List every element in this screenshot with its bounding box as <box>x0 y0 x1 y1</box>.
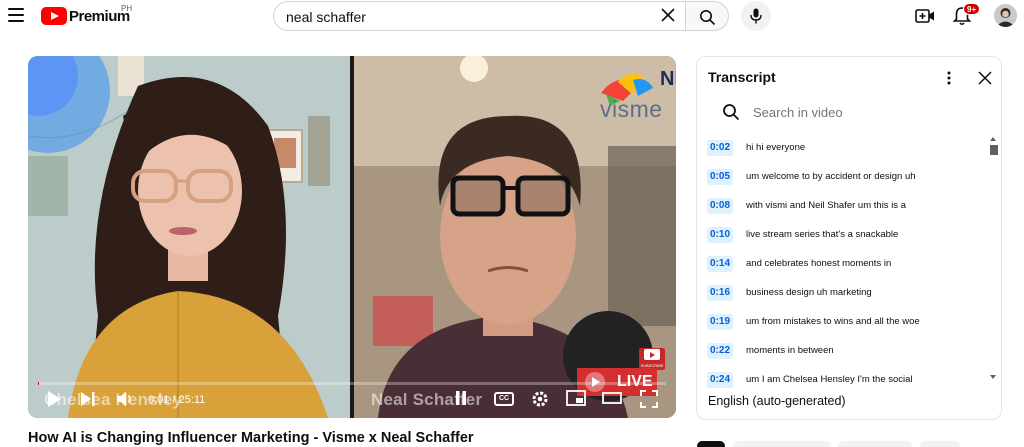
create-video-icon[interactable] <box>915 7 935 25</box>
segment-timestamp[interactable]: 0:10 <box>707 227 734 243</box>
youtube-premium-logo[interactable]: Premium PH <box>41 4 133 26</box>
segment-text: um from mistakes to wins and all the woe <box>746 316 920 327</box>
segment-text: and celebrates honest moments in <box>746 258 892 269</box>
segment-text: business design uh marketing <box>746 287 872 298</box>
segment-timestamp[interactable]: 0:19 <box>707 314 734 330</box>
settings-icon[interactable] <box>531 390 549 408</box>
scrollbar-thumb[interactable] <box>990 145 998 155</box>
segment-timestamp[interactable]: 0:16 <box>707 285 734 301</box>
scroll-down-arrow[interactable] <box>990 375 996 379</box>
progress-fill <box>38 382 39 385</box>
filter-chip-all[interactable] <box>697 441 725 447</box>
transcript-segment[interactable]: 0:16 business design uh marketing <box>707 278 982 307</box>
transcript-segment-list: 0:02 hi hi everyone 0:05 um welcome to b… <box>697 133 1001 389</box>
transcript-language-selector[interactable]: English (auto-generated) <box>708 394 846 408</box>
search-button[interactable] <box>686 1 729 31</box>
transcript-segment[interactable]: 0:05 um welcome to by accident or design… <box>707 162 982 191</box>
segment-timestamp[interactable]: 0:24 <box>707 372 734 388</box>
segment-timestamp[interactable]: 0:08 <box>707 198 734 214</box>
close-icon[interactable] <box>977 70 993 86</box>
microphone-icon <box>750 8 762 24</box>
segment-text: um I am Chelsea Hensley I'm the social <box>746 374 913 385</box>
transcript-panel: Transcript 0:02 hi hi everyone 0:05 um w… <box>696 56 1002 420</box>
time-display: 0:01 / 25:11 <box>148 394 206 406</box>
video-frame <box>28 56 676 418</box>
segment-timestamp[interactable]: 0:22 <box>707 343 734 359</box>
segment-timestamp[interactable]: 0:05 <box>707 169 734 185</box>
transcript-search-input[interactable] <box>753 102 973 122</box>
search-input[interactable] <box>286 8 646 26</box>
segment-timestamp[interactable]: 0:14 <box>707 256 734 272</box>
video-player[interactable]: NE visme Chelsea Hensley Neal Schaffer S… <box>28 56 676 418</box>
transcript-segment[interactable]: 0:10 live stream series that's a snackab… <box>707 220 982 249</box>
segment-timestamp[interactable]: 0:02 <box>707 140 734 156</box>
transcript-segment[interactable]: 0:19 um from mistakes to wins and all th… <box>707 307 982 336</box>
progress-bar[interactable] <box>38 382 666 385</box>
segment-text: moments in between <box>746 345 834 356</box>
transcript-segment[interactable]: 0:02 hi hi everyone <box>707 133 982 162</box>
segment-text: live stream series that's a snackable <box>746 229 899 240</box>
menu-icon[interactable] <box>8 8 24 22</box>
avatar[interactable] <box>994 4 1017 27</box>
avatar-image <box>994 4 1017 27</box>
closed-captions-icon[interactable]: CC <box>494 392 514 406</box>
transcript-segment[interactable]: 0:24 um I am Chelsea Hensley I'm the soc… <box>707 365 982 389</box>
volume-icon[interactable] <box>116 390 134 408</box>
notification-badge: 9+ <box>963 3 981 15</box>
segment-text: hi hi everyone <box>746 142 806 153</box>
close-icon[interactable] <box>660 7 676 23</box>
transcript-title: Transcript <box>708 69 776 85</box>
miniplayer-icon[interactable] <box>566 390 586 406</box>
filter-chip[interactable] <box>920 441 960 447</box>
subscribe-play-icon <box>644 349 660 360</box>
segment-text: with vismi and Neil Shafer um this is a <box>746 200 906 211</box>
youtube-logo-icon <box>41 7 67 25</box>
scroll-up-arrow[interactable] <box>990 137 996 141</box>
fullscreen-icon[interactable] <box>640 390 658 408</box>
theater-icon[interactable] <box>602 390 622 406</box>
next-icon[interactable] <box>80 390 96 408</box>
search-icon <box>723 104 740 121</box>
filter-chip[interactable] <box>733 441 831 447</box>
transcript-segment[interactable]: 0:14 and celebrates honest moments in <box>707 249 982 278</box>
country-code: PH <box>121 4 133 13</box>
play-icon[interactable] <box>46 390 62 408</box>
transcript-segment[interactable]: 0:22 moments in between <box>707 336 982 365</box>
segment-text: um welcome to by accident or design uh <box>746 171 916 182</box>
transcript-segment[interactable]: 0:08 with vismi and Neil Shafer um this … <box>707 191 982 220</box>
search-icon <box>700 10 716 26</box>
pause-icon[interactable] <box>454 390 468 406</box>
search-box <box>273 1 686 31</box>
more-options-icon[interactable] <box>942 70 956 86</box>
video-title: How AI is Changing Influencer Marketing … <box>28 430 474 446</box>
top-bar: Premium PH 9+ <box>0 0 1024 32</box>
cc-label: CC <box>498 395 510 402</box>
brand-text: visme <box>600 96 663 122</box>
voice-search-button[interactable] <box>741 1 771 31</box>
brand-partial-text: NE <box>660 68 676 90</box>
filter-chip[interactable] <box>838 441 912 447</box>
